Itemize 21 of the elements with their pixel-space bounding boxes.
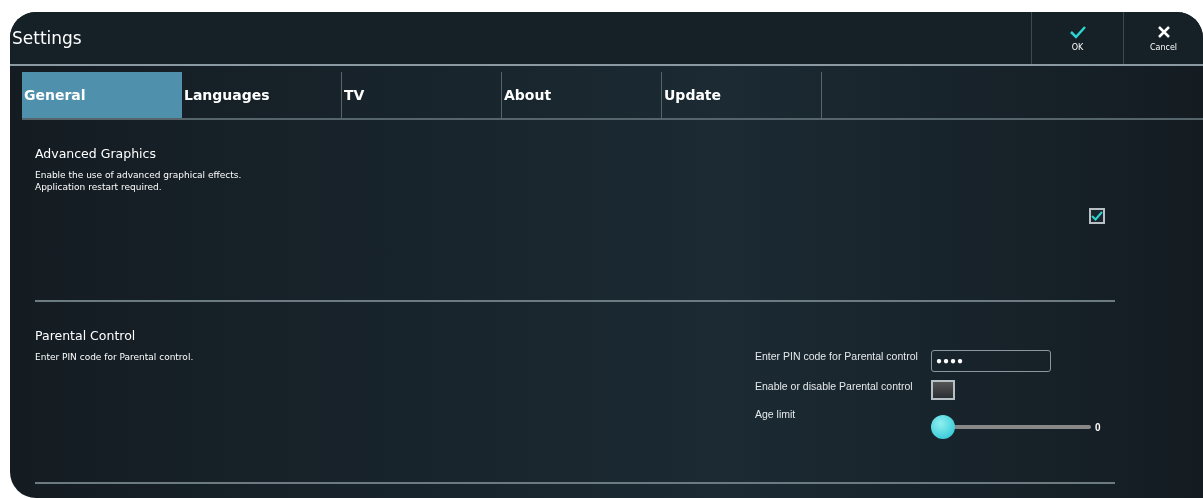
section-description: Enable the use of advanced graphical effects. Application restart required. bbox=[35, 169, 243, 193]
slider-value: 0 bbox=[1095, 422, 1101, 433]
tab[interactable]: Languages bbox=[182, 72, 342, 118]
close-icon bbox=[1156, 24, 1171, 39]
checkbox[interactable] bbox=[931, 380, 955, 400]
ok-button[interactable]: OK bbox=[1031, 12, 1123, 64]
checkbox[interactable] bbox=[1089, 208, 1105, 224]
checkmark-icon bbox=[1068, 24, 1087, 39]
section-title: Advanced Graphics bbox=[35, 146, 157, 161]
field-label: Age limit bbox=[755, 408, 797, 420]
tab[interactable]: Update bbox=[662, 72, 822, 118]
cancel-button[interactable]: Cancel bbox=[1123, 12, 1203, 64]
pin-input-field[interactable]: ●●●● bbox=[931, 350, 1051, 372]
field-label: Enter PIN code for Parental control bbox=[755, 350, 919, 362]
section-description: Enter PIN code for Parental control. bbox=[35, 351, 195, 363]
tab[interactable]: About bbox=[502, 72, 662, 118]
window-title: Settings bbox=[11, 28, 83, 48]
tab[interactable]: General bbox=[22, 72, 182, 118]
tab[interactable]: TV bbox=[342, 72, 502, 118]
field-label: Enable or disable Parental control bbox=[755, 380, 914, 392]
section-title: Parental Control bbox=[35, 328, 137, 343]
